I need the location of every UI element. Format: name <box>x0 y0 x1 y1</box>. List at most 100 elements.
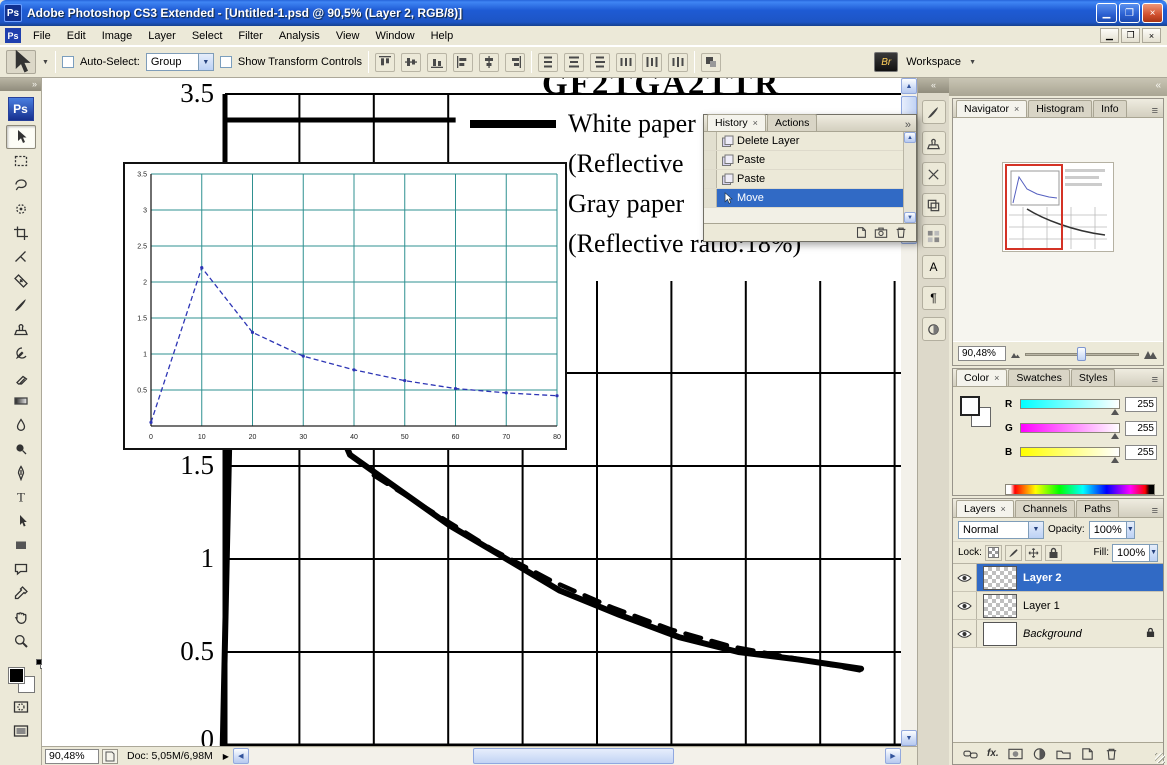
resize-grip[interactable] <box>1155 753 1165 763</box>
eraser-tool[interactable] <box>6 365 36 389</box>
channel-value-field[interactable]: 255 <box>1125 421 1157 436</box>
brush-tool[interactable] <box>6 293 36 317</box>
menu-item[interactable]: Window <box>367 27 422 45</box>
link-layers-icon[interactable] <box>963 747 978 761</box>
align-right-button[interactable] <box>505 53 525 72</box>
layer-style-icon[interactable]: fx. <box>987 748 999 759</box>
horizontal-scrollbar[interactable]: ◀ ▶ <box>233 748 901 765</box>
align-bottom-button[interactable] <box>427 53 447 72</box>
scroll-right-icon[interactable]: ▶ <box>885 748 901 764</box>
lock-paint-button[interactable] <box>1005 545 1022 561</box>
slice-tool[interactable] <box>6 245 36 269</box>
blend-mode-combo[interactable]: Normal ▼ <box>958 521 1044 539</box>
history-source-well[interactable] <box>704 132 717 150</box>
history-source-well[interactable] <box>704 189 717 207</box>
path-selection-tool[interactable] <box>6 509 36 533</box>
pasted-layer-chart[interactable]: 010203040506070800.511.522.533.5 <box>123 162 567 450</box>
history-state-row[interactable]: Paste <box>704 151 903 170</box>
history-state-row[interactable]: Move <box>704 189 903 208</box>
add-layer-mask-icon[interactable] <box>1008 747 1023 761</box>
new-document-from-state-icon[interactable] <box>854 226 868 239</box>
auto-align-layers-button[interactable] <box>701 53 721 72</box>
zoom-in-icon[interactable] <box>1143 347 1158 360</box>
clone-stamp-tool[interactable] <box>6 317 36 341</box>
lock-all-button[interactable] <box>1045 545 1062 561</box>
layer-visibility-toggle[interactable] <box>953 620 977 647</box>
menu-item[interactable]: Edit <box>59 27 94 45</box>
panel-tab[interactable]: Color× <box>956 369 1007 386</box>
new-group-icon[interactable] <box>1056 747 1071 761</box>
history-source-well[interactable] <box>704 151 717 169</box>
status-flyout-arrow[interactable]: ▶ <box>219 752 233 761</box>
layer-comps-panel-button[interactable] <box>922 193 946 217</box>
history-scroll-up-icon[interactable]: ▲ <box>904 132 916 143</box>
zoom-out-icon[interactable] <box>1010 349 1021 359</box>
tab-close-icon[interactable]: × <box>1014 104 1019 114</box>
history-brush-tool[interactable] <box>6 341 36 365</box>
navigator-preview-area[interactable] <box>953 118 1163 341</box>
type-tool[interactable]: T <box>6 485 36 509</box>
scroll-down-icon[interactable]: ▼ <box>901 730 917 746</box>
workspace-label[interactable]: Workspace <box>906 56 961 68</box>
menu-item[interactable]: View <box>328 27 368 45</box>
panel-collapse-icon[interactable]: » <box>900 119 916 131</box>
align-horizontal-center-button[interactable] <box>479 53 499 72</box>
layer-visibility-toggle[interactable] <box>953 564 977 591</box>
bridge-button[interactable]: Br <box>874 52 898 72</box>
new-snapshot-icon[interactable] <box>874 226 888 239</box>
paragraph-panel-button[interactable]: ¶ <box>922 286 946 310</box>
layer-row[interactable]: Background <box>953 620 1163 648</box>
quick-mask-button[interactable] <box>6 695 36 719</box>
swatches-panel-button[interactable] <box>922 224 946 248</box>
menu-item[interactable]: Image <box>94 27 141 45</box>
panel-menu-icon[interactable]: ≡ <box>1147 374 1163 386</box>
zoom-tool[interactable] <box>6 629 36 653</box>
status-icon[interactable] <box>102 749 118 764</box>
channel-slider[interactable] <box>1020 399 1120 409</box>
panel-tab[interactable]: Paths× <box>1076 500 1119 517</box>
menu-item[interactable]: Analysis <box>271 27 328 45</box>
foreground-color-swatch[interactable] <box>8 667 25 684</box>
panel-tab[interactable]: Swatches× <box>1008 369 1070 386</box>
horizontal-scroll-thumb[interactable] <box>473 748 673 764</box>
opacity-field[interactable]: 100% ▼ <box>1089 521 1135 539</box>
align-left-button[interactable] <box>453 53 473 72</box>
menu-item[interactable]: Select <box>184 27 231 45</box>
auto-select-combo[interactable]: Group ▼ <box>146 53 214 71</box>
layer-visibility-toggle[interactable] <box>953 592 977 619</box>
distribute-bottom-button[interactable] <box>590 53 610 72</box>
layer-row[interactable]: Layer 1 <box>953 592 1163 620</box>
history-state-row[interactable]: Paste <box>704 170 903 189</box>
history-state-row[interactable]: Delete Layer <box>704 132 903 151</box>
tool-preset-dropdown-icon[interactable]: ▼ <box>42 59 49 66</box>
current-tool-well[interactable] <box>6 50 36 74</box>
strip-expand-header[interactable]: « <box>918 78 949 93</box>
crop-tool[interactable] <box>6 221 36 245</box>
history-scroll-down-icon[interactable]: ▼ <box>904 212 916 223</box>
tab-close-icon[interactable]: × <box>753 118 758 128</box>
tab-close-icon[interactable]: × <box>1001 504 1006 514</box>
tab-close-icon[interactable]: × <box>994 373 999 383</box>
history-panel[interactable]: History×Actions× » Delete Layer <box>703 114 917 242</box>
notes-tool[interactable] <box>6 557 36 581</box>
healing-brush-tool[interactable] <box>6 269 36 293</box>
panel-menu-icon[interactable]: ≡ <box>1147 105 1163 117</box>
zoom-slider-thumb[interactable] <box>1077 347 1086 361</box>
dock-collapse-header[interactable]: « <box>949 78 1167 96</box>
gradient-tool[interactable] <box>6 389 36 413</box>
auto-select-checkbox[interactable] <box>62 56 74 68</box>
layer-thumbnail[interactable] <box>983 622 1017 646</box>
channel-slider-thumb[interactable] <box>1111 409 1119 415</box>
tool-presets-panel-button[interactable] <box>922 162 946 186</box>
channel-slider[interactable] <box>1020 447 1120 457</box>
distribute-horizontal-center-button[interactable] <box>642 53 662 72</box>
new-layer-icon[interactable] <box>1080 747 1095 761</box>
show-transform-checkbox[interactable] <box>220 56 232 68</box>
adjustment-layer-icon[interactable] <box>1032 747 1047 761</box>
panel-menu-icon[interactable]: ≡ <box>1147 505 1163 517</box>
panel-tab[interactable]: Navigator× <box>956 100 1027 117</box>
maximize-button[interactable]: ❐ <box>1119 3 1140 23</box>
pen-tool[interactable] <box>6 461 36 485</box>
zoom-level-field[interactable]: 90,48% <box>45 749 99 764</box>
scroll-left-icon[interactable]: ◀ <box>233 748 249 764</box>
